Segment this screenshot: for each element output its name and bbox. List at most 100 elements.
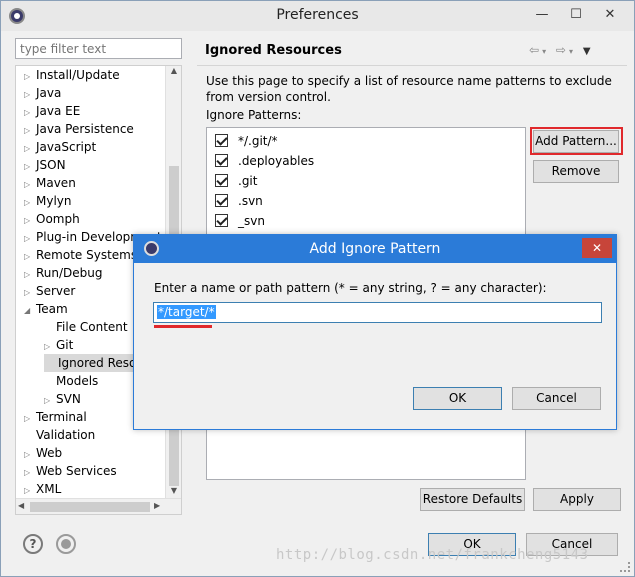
sidebar-item-label: XML	[36, 482, 62, 496]
restore-defaults-button[interactable]: Restore Defaults	[420, 488, 525, 511]
page-navigation: ⇦▾ ⇨▾ ▼	[529, 43, 594, 57]
back-dropdown-icon[interactable]: ▾	[542, 47, 549, 56]
sidebar-item-label: File Content	[56, 320, 128, 334]
tree-hscroll-thumb[interactable]	[30, 502, 150, 512]
pattern-row[interactable]: */.git/*	[215, 131, 278, 151]
dialog-close-button[interactable]: ✕	[582, 238, 612, 258]
sidebar-item[interactable]: ▷ Terminal	[24, 408, 87, 426]
sidebar-item[interactable]: ▷ Mylyn	[24, 192, 72, 210]
ignore-patterns-label: Ignore Patterns:	[206, 108, 302, 122]
highlight-underline	[154, 325, 212, 328]
sidebar-item[interactable]: ▷ Java	[24, 84, 61, 102]
sidebar-item-label: Java EE	[36, 104, 81, 118]
sidebar-item[interactable]: ▷ Web	[24, 444, 62, 462]
sidebar-item-label: Java	[36, 86, 62, 100]
sidebar-item-label: Team	[36, 302, 68, 316]
sidebar-item-label: JavaScript	[36, 140, 97, 154]
pattern-label: */.git/*	[238, 134, 278, 148]
dialog-title-bar: Add Ignore Pattern ✕	[134, 235, 616, 263]
add-ignore-pattern-dialog: Add Ignore Pattern ✕ Enter a name or pat…	[133, 234, 617, 430]
pattern-checkbox[interactable]	[215, 134, 228, 147]
resize-grip-icon[interactable]	[620, 562, 630, 572]
help-icon[interactable]: ?	[23, 534, 43, 554]
pattern-checkbox[interactable]	[215, 154, 228, 167]
dialog-title: Add Ignore Pattern	[309, 241, 441, 257]
dialog-cancel-button[interactable]: Cancel	[512, 387, 601, 410]
sidebar-item-label: SVN	[56, 392, 81, 406]
sidebar-item[interactable]: ▷ JSON	[24, 156, 66, 174]
expanded-triangle-icon[interactable]: ◢	[24, 302, 36, 320]
sidebar-item-label: Mylyn	[36, 194, 72, 208]
sidebar-item[interactable]: ▷ Oomph	[24, 210, 80, 228]
sidebar-item[interactable]: ▷ Server	[24, 282, 75, 300]
sidebar-item-label: Validation	[36, 428, 96, 442]
close-button[interactable]: ✕	[597, 5, 623, 25]
pattern-checkbox[interactable]	[215, 174, 228, 187]
sidebar-item-label: Web	[36, 446, 63, 460]
pattern-label: .git	[238, 174, 258, 188]
minimize-button[interactable]: —	[529, 5, 555, 25]
sidebar-item-label: Server	[36, 284, 76, 298]
sidebar-item-label: Run/Debug	[36, 266, 103, 280]
sidebar-item-label: Maven	[36, 176, 76, 190]
sidebar-item[interactable]: ▷ Git	[44, 336, 73, 354]
remove-button[interactable]: Remove	[533, 160, 619, 183]
title-bar: Preferences — ☐ ✕	[1, 1, 634, 31]
highlight-box	[530, 127, 623, 155]
sidebar-item[interactable]: ◢ Team	[24, 300, 68, 318]
sidebar-item-label: Oomph	[36, 212, 80, 226]
sidebar-item-label: Remote Systems	[36, 248, 138, 262]
sidebar-item-label: Install/Update	[36, 68, 120, 82]
sidebar-item-label: Terminal	[36, 410, 87, 424]
sidebar-item[interactable]: File Content	[44, 318, 128, 336]
pattern-label: .deployables	[238, 154, 315, 168]
sidebar-item[interactable]: ▷ Install/Update	[24, 66, 120, 84]
dialog-prompt: Enter a name or path pattern (* = any st…	[154, 281, 547, 295]
sidebar-item[interactable]: ▷ JavaScript	[24, 138, 96, 156]
pattern-row[interactable]: .git	[215, 171, 257, 191]
sidebar-item-label: Git	[56, 338, 74, 352]
sidebar-item[interactable]: ▷ Run/Debug	[24, 264, 103, 282]
scroll-left-icon[interactable]: ◀	[18, 501, 24, 510]
sidebar-item[interactable]: ▷ Maven	[24, 174, 76, 192]
pattern-row[interactable]: .deployables	[215, 151, 314, 171]
sidebar-item[interactable]: Ignored Reso	[44, 354, 139, 372]
tree-horizontal-scrollbar[interactable]: ◀ ▶	[16, 498, 181, 514]
back-arrow-icon[interactable]: ⇦	[529, 43, 542, 57]
apply-button[interactable]: Apply	[533, 488, 621, 511]
dialog-body: Enter a name or path pattern (* = any st…	[134, 263, 616, 429]
maximize-button[interactable]: ☐	[563, 5, 589, 25]
pattern-label: _svn	[238, 214, 265, 228]
sidebar-item[interactable]: ▷ Java Persistence	[24, 120, 134, 138]
sidebar-item[interactable]: Models	[44, 372, 98, 390]
record-icon[interactable]	[56, 534, 76, 554]
filter-input[interactable]	[15, 38, 182, 59]
pattern-label: .svn	[238, 194, 263, 208]
title-separator	[197, 65, 627, 66]
page-description: Use this page to specify a list of resou…	[206, 74, 612, 104]
pattern-row[interactable]: .svn	[215, 191, 263, 211]
sidebar-item-label: Java Persistence	[36, 122, 134, 136]
watermark-text: http://blog.csdn.net/frankcheng5143	[276, 547, 589, 563]
forward-arrow-icon[interactable]: ⇨	[556, 43, 569, 57]
page-title: Ignored Resources	[205, 43, 342, 58]
sidebar-item-label: Web Services	[36, 464, 117, 478]
sidebar-item[interactable]: ▷ XML	[24, 480, 61, 498]
pattern-checkbox[interactable]	[215, 214, 228, 227]
sidebar-item[interactable]: Validation	[24, 426, 95, 444]
pattern-input-value: */target/*	[157, 305, 216, 319]
pattern-input[interactable]: */target/*	[153, 302, 602, 323]
sidebar-item-label: JSON	[36, 158, 66, 172]
pattern-checkbox[interactable]	[215, 194, 228, 207]
sidebar-item[interactable]: ▷ SVN	[44, 390, 81, 408]
sidebar-item[interactable]: ▷ Remote Systems	[24, 246, 137, 264]
sidebar-item-label: Ignored Reso	[56, 356, 139, 370]
sidebar-item[interactable]: ▷ Java EE	[24, 102, 80, 120]
forward-dropdown-icon[interactable]: ▾	[569, 47, 576, 56]
sidebar-item[interactable]: ▷ Web Services	[24, 462, 117, 480]
dialog-ok-button[interactable]: OK	[413, 387, 502, 410]
menu-dropdown-icon[interactable]: ▼	[583, 46, 594, 57]
scroll-right-icon[interactable]: ▶	[154, 501, 160, 510]
pattern-row[interactable]: _svn	[215, 211, 265, 231]
scroll-up-icon[interactable]: ▲	[166, 66, 181, 80]
